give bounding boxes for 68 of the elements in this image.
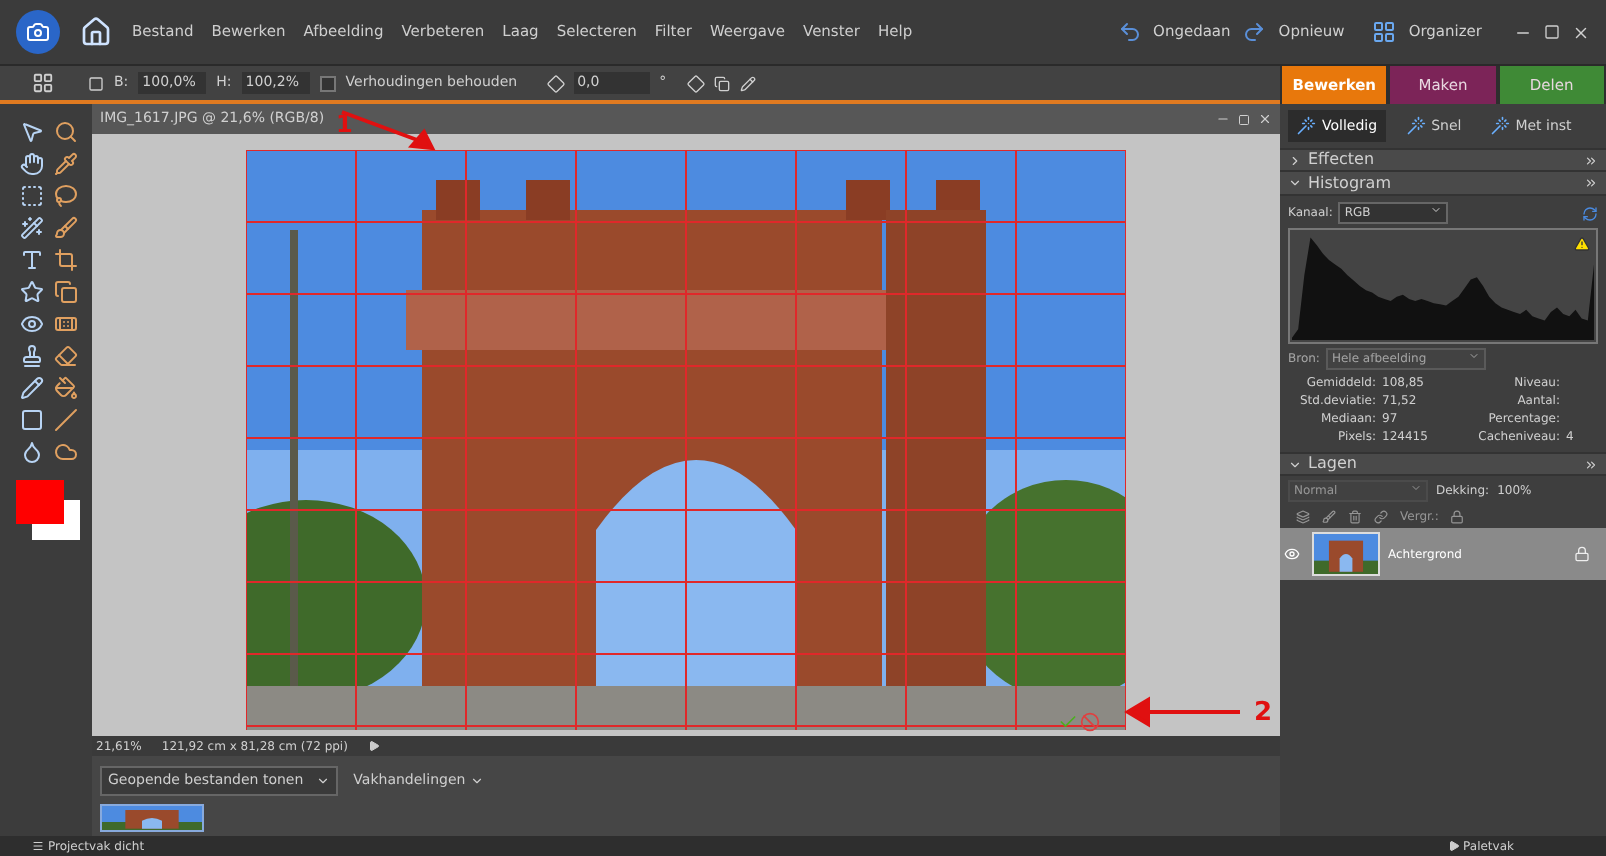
warning-icon (1574, 236, 1590, 252)
crop-icon[interactable] (54, 248, 78, 272)
paint-bucket-icon[interactable] (54, 376, 78, 400)
refresh-icon[interactable] (1582, 205, 1598, 221)
annotation-number: 1 (336, 108, 353, 142)
foreground-color-swatch[interactable] (16, 480, 64, 524)
panel-header[interactable]: Effecten (1280, 148, 1606, 172)
move-tool-icon[interactable] (20, 120, 44, 144)
collapsed-icon (1288, 153, 1302, 167)
copy-icon[interactable] (54, 280, 78, 304)
panel-menu-icon (1584, 457, 1598, 471)
close-icon[interactable] (1258, 112, 1272, 126)
new-layer-icon[interactable] (1296, 510, 1310, 524)
background-color-swatch[interactable] (32, 500, 80, 540)
stamp-icon[interactable] (20, 344, 44, 368)
lock-icon (1574, 546, 1590, 562)
magic-wand-icon[interactable] (20, 216, 44, 240)
eye-icon[interactable] (20, 312, 44, 336)
zoom-icon[interactable] (54, 120, 78, 144)
eyedropper-icon[interactable] (54, 152, 78, 176)
droplet-icon[interactable] (20, 440, 44, 464)
organizer-icon[interactable] (1372, 20, 1397, 44)
caret-icon (469, 773, 484, 788)
bin-toggle-icon[interactable] (1447, 840, 1460, 852)
undo-icon[interactable] (1117, 20, 1142, 44)
caret-icon (315, 773, 330, 788)
marquee-tool-icon[interactable] (20, 184, 44, 208)
maximize-icon[interactable] (1544, 24, 1560, 40)
home-icon[interactable] (80, 16, 112, 48)
panel-menu-icon (1584, 176, 1598, 190)
close-icon[interactable] (1572, 23, 1590, 41)
reference-point-icon[interactable] (32, 72, 54, 94)
wand-icon (1405, 116, 1426, 136)
annotation-number: 2 (1253, 695, 1272, 731)
commit-icon[interactable] (1058, 712, 1078, 732)
lasso-icon[interactable] (54, 184, 78, 208)
status-menu-icon[interactable] (367, 740, 380, 752)
hand-tool-icon[interactable] (20, 152, 44, 176)
app-logo-icon[interactable] (16, 10, 60, 54)
link-icon[interactable] (1374, 510, 1388, 524)
panel-menu-icon (1584, 153, 1598, 167)
wand-icon (1296, 116, 1316, 136)
rotate-icon (543, 71, 567, 95)
trash-icon[interactable] (1348, 510, 1362, 524)
caret-icon (1430, 204, 1443, 216)
expanded-icon (1288, 457, 1302, 471)
proportions-checkbox[interactable] (319, 75, 336, 91)
panel-header[interactable]: Histogram (1280, 172, 1606, 196)
eraser-icon[interactable] (54, 344, 78, 368)
bandage-icon[interactable] (54, 312, 78, 336)
caret-icon (1467, 350, 1480, 362)
perspective-icon[interactable] (740, 75, 757, 91)
line-tool-icon[interactable] (54, 408, 78, 432)
lock-icon[interactable] (1450, 510, 1465, 524)
text-tool-icon[interactable] (20, 248, 44, 272)
cancel-icon[interactable] (1080, 712, 1100, 732)
panel-header[interactable]: Lagen (1280, 452, 1606, 476)
brush-icon[interactable] (54, 216, 78, 240)
expanded-icon (1288, 176, 1302, 190)
bin-toggle-icon[interactable] (32, 840, 44, 852)
redo-icon[interactable] (1242, 20, 1267, 44)
wand-icon (1489, 116, 1510, 136)
visibility-icon[interactable] (1284, 546, 1300, 562)
caret-icon (1410, 482, 1422, 494)
adjustment-layer-icon[interactable] (1322, 510, 1336, 524)
pencil-icon[interactable] (20, 376, 44, 400)
maximize-icon[interactable] (1238, 113, 1250, 125)
star-icon[interactable] (20, 280, 44, 304)
